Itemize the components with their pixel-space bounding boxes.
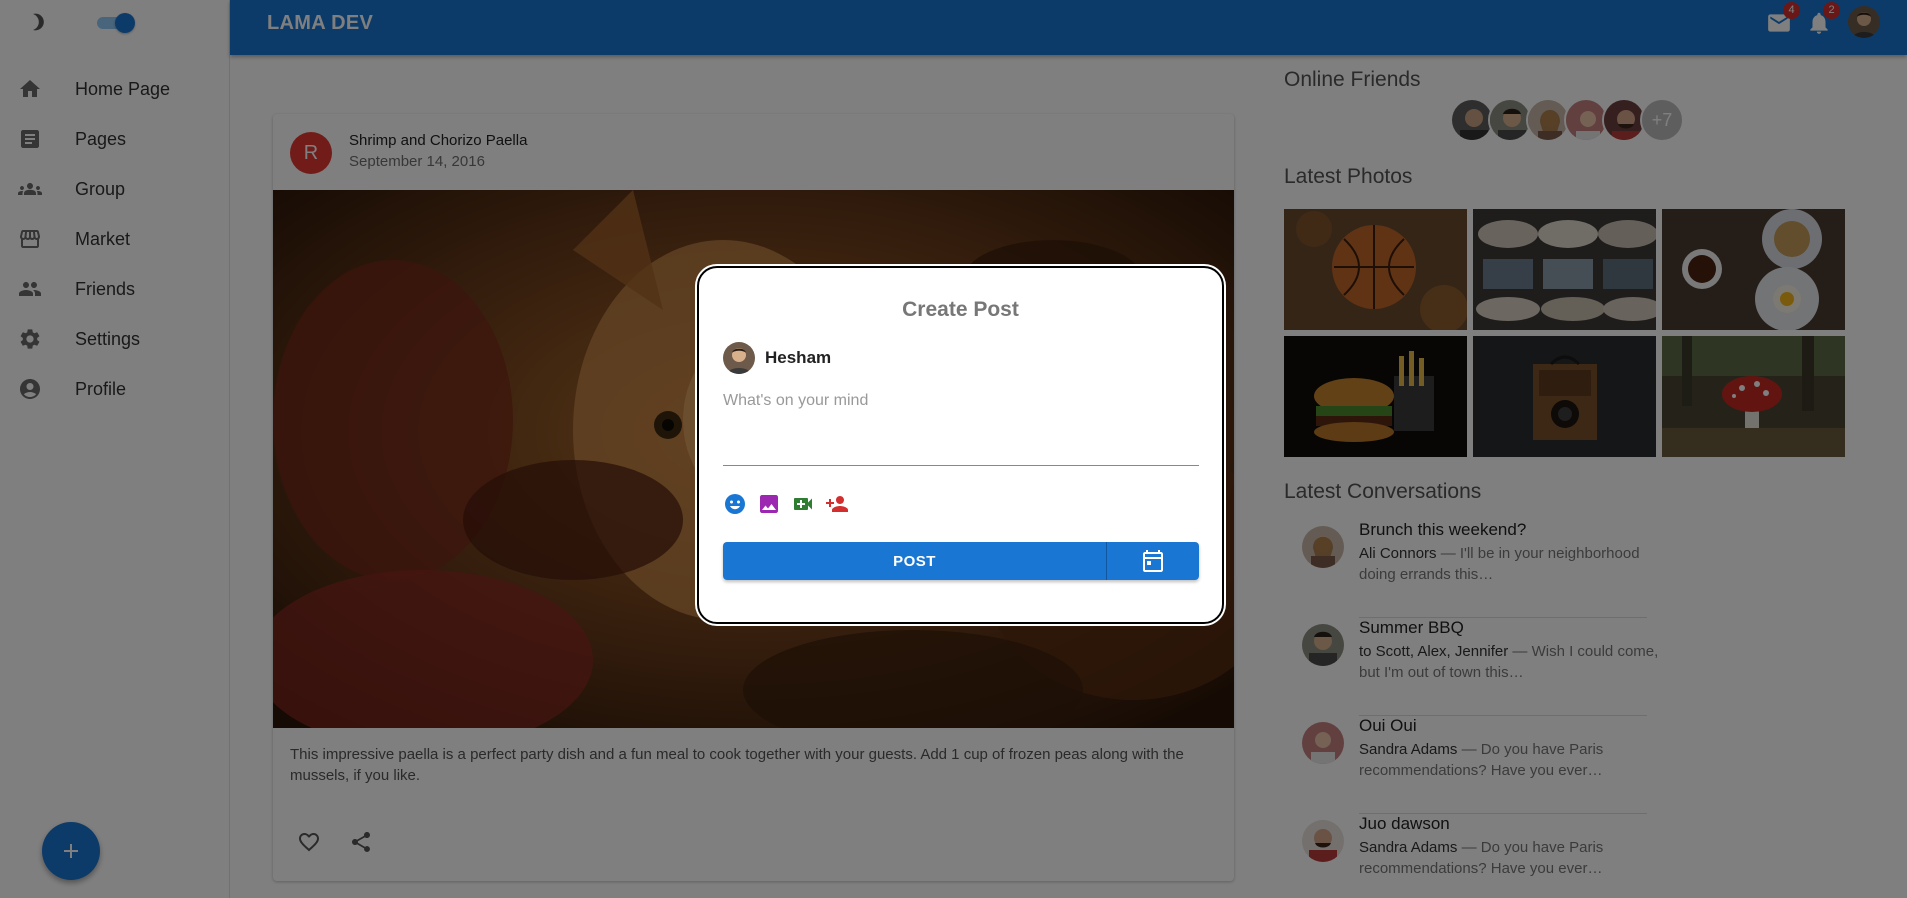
image-icon[interactable] xyxy=(757,492,781,516)
post-text-input[interactable] xyxy=(723,392,1199,466)
person-add-icon[interactable] xyxy=(825,492,849,516)
modal-user: Hesham xyxy=(723,342,831,374)
modal-username: Hesham xyxy=(765,348,832,367)
create-post-modal: Create Post Hesham POST xyxy=(697,266,1224,624)
post-attachment-tools xyxy=(723,492,849,516)
video-icon[interactable] xyxy=(791,492,815,516)
schedule-date-button[interactable] xyxy=(1107,542,1199,580)
post-button-group: POST xyxy=(723,542,1199,580)
calendar-icon xyxy=(1143,550,1163,572)
avatar xyxy=(723,342,755,374)
emoji-icon[interactable] xyxy=(723,492,747,516)
post-button[interactable]: POST xyxy=(723,542,1107,580)
modal-title: Create Post xyxy=(902,298,1019,321)
